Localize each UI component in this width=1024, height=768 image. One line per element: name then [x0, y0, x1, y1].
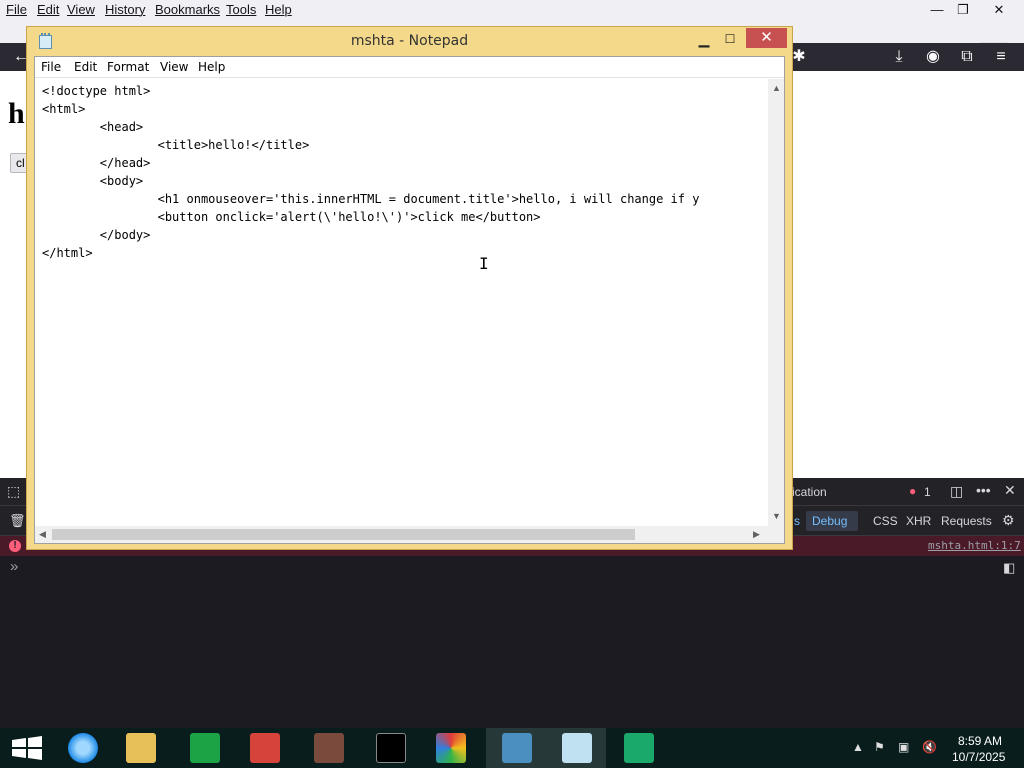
scroll-left-icon[interactable]: ◀ — [39, 529, 46, 540]
text-line: </html> — [42, 246, 93, 260]
firefox-restore-button[interactable]: ❐ — [948, 0, 978, 20]
start-button[interactable] — [0, 728, 60, 768]
firefox-menu-help[interactable]: Help — [265, 2, 292, 17]
clock-date[interactable]: 10/7/2025 — [952, 750, 1005, 764]
text-line: <title>hello!</title> — [42, 138, 310, 152]
extension-icon[interactable]: ⧉ — [956, 47, 978, 67]
text-line: <button onclick='alert(\'hello!\')'>clic… — [42, 210, 541, 224]
taskbar-notepad[interactable] — [546, 728, 606, 768]
menu-help[interactable]: Help — [198, 60, 225, 74]
photo-app-icon — [314, 733, 344, 763]
page-heading[interactable]: h — [8, 97, 25, 131]
close-button[interactable]: ✕ — [746, 28, 787, 48]
taskbar-app-red[interactable] — [234, 728, 294, 768]
store-icon — [190, 733, 220, 763]
text-line: </head> — [42, 156, 151, 170]
horizontal-scrollbar[interactable]: ◀ ▶ — [35, 526, 768, 543]
resize-grip[interactable] — [768, 526, 784, 543]
minimize-button[interactable]: ▁ — [691, 29, 717, 49]
remote-desktop-icon — [502, 733, 532, 763]
scroll-down-icon[interactable]: ▼ — [772, 511, 781, 521]
console-prompt-icon: » — [10, 558, 19, 575]
error-count[interactable]: 1 — [924, 485, 931, 499]
firefox-menu-file[interactable]: File — [6, 2, 27, 17]
firefox-menu-history[interactable]: History — [105, 2, 145, 17]
command-prompt-icon — [376, 733, 406, 763]
split-console-icon[interactable]: ◧ — [1003, 560, 1015, 576]
element-picker-icon[interactable]: ⬚ — [7, 483, 20, 500]
text-cursor-icon: I — [479, 254, 489, 273]
trash-icon[interactable]: 🗑 — [9, 513, 26, 529]
filter-css[interactable]: CSS — [873, 514, 898, 528]
internet-explorer-icon — [68, 733, 98, 763]
vertical-scrollbar[interactable]: ▲ ▼ — [768, 79, 784, 526]
red-app-icon — [250, 733, 280, 763]
text-line: <h1 onmouseover='this.innerHTML = docume… — [42, 192, 700, 206]
error-badge-icon: ● — [909, 484, 917, 498]
error-icon: ! — [9, 540, 21, 552]
maximize-button[interactable]: ☐ — [717, 29, 743, 49]
taskbar-internet-explorer[interactable] — [52, 728, 112, 768]
download-icon[interactable]: ⤓ — [888, 47, 910, 67]
scroll-up-icon[interactable]: ▲ — [772, 83, 781, 93]
taskbar-app-colorful[interactable] — [420, 728, 480, 768]
close-devtools-icon[interactable]: ✕ — [1004, 482, 1016, 499]
notepad-titlebar[interactable]: mshta - Notepad ▁ ☐ ✕ — [27, 27, 792, 55]
network-icon[interactable]: ▣ — [898, 740, 909, 754]
firefox-menu-bookmarks[interactable]: Bookmarks — [155, 2, 220, 17]
notepad-icon — [562, 733, 592, 763]
text-line: <body> — [42, 174, 144, 188]
volume-muted-icon[interactable]: 🔇 — [922, 740, 937, 754]
notepad-window: mshta - Notepad ▁ ☐ ✕ File Edit Format V… — [26, 26, 793, 550]
clock-time[interactable]: 8:59 AM — [958, 734, 1002, 748]
notepad-menubar: File Edit Format View Help — [35, 57, 784, 78]
text-line: <head> — [42, 120, 144, 134]
menu-view[interactable]: View — [160, 60, 188, 74]
text-line: </body> — [42, 228, 151, 242]
windows-logo-icon — [12, 736, 42, 760]
taskbar-store[interactable] — [174, 728, 234, 768]
filter-xhr[interactable]: XHR — [906, 514, 931, 528]
show-hidden-icons-icon[interactable]: ▲ — [852, 740, 864, 754]
text-line: <html> — [42, 102, 86, 116]
more-options-icon[interactable]: ••• — [976, 482, 991, 498]
account-icon[interactable]: ◉ — [922, 47, 944, 67]
taskbar: ▲ ⚑ ▣ 🔇 8:59 AM 10/7/2025 — [0, 728, 1024, 768]
firefox-close-button[interactable]: ✕ — [984, 0, 1014, 20]
settings-gear-icon[interactable]: ⚙ — [1002, 512, 1015, 529]
menu-file[interactable]: File — [41, 60, 61, 74]
taskbar-command-prompt[interactable] — [360, 728, 420, 768]
hamburger-menu-icon[interactable]: ≡ — [990, 47, 1012, 67]
flag-icon[interactable]: ⚑ — [874, 740, 885, 754]
text-line: <!doctype html> — [42, 84, 151, 98]
devtools-tab-application[interactable]: ication — [792, 485, 827, 499]
colorful-app-icon — [436, 733, 466, 763]
folder-icon — [126, 733, 156, 763]
error-source-link[interactable]: mshta.html:1:7 — [928, 539, 1021, 552]
horizontal-scroll-thumb[interactable] — [52, 529, 635, 540]
taskbar-remote-desktop[interactable] — [486, 728, 546, 768]
firefox-menu-edit[interactable]: Edit — [37, 2, 59, 17]
taskbar-app-green[interactable] — [608, 728, 668, 768]
firefox-menu-view[interactable]: View — [67, 2, 95, 17]
filter-requests[interactable]: Requests — [941, 514, 992, 528]
filter-debug[interactable]: Debug — [806, 511, 858, 531]
taskbar-file-explorer[interactable] — [110, 728, 170, 768]
firefox-menubar: File Edit View History Bookmarks Tools H… — [0, 0, 1024, 20]
filter-logs-fragment[interactable]: s — [794, 514, 800, 528]
firefox-menu-tools[interactable]: Tools — [226, 2, 256, 17]
scroll-right-icon[interactable]: ▶ — [753, 529, 760, 540]
dock-icon[interactable]: ◫ — [950, 483, 963, 500]
taskbar-app-photo[interactable] — [298, 728, 358, 768]
green-app-icon — [624, 733, 654, 763]
text-editor-area[interactable]: <!doctype html> <html> <head> <title>hel… — [35, 79, 768, 526]
menu-format[interactable]: Format — [107, 60, 149, 74]
menu-edit[interactable]: Edit — [74, 60, 97, 74]
window-title: mshta - Notepad — [350, 33, 469, 49]
console-input-row[interactable]: » ◧ — [0, 556, 1024, 582]
notepad-client: File Edit Format View Help <!doctype htm… — [34, 56, 785, 544]
